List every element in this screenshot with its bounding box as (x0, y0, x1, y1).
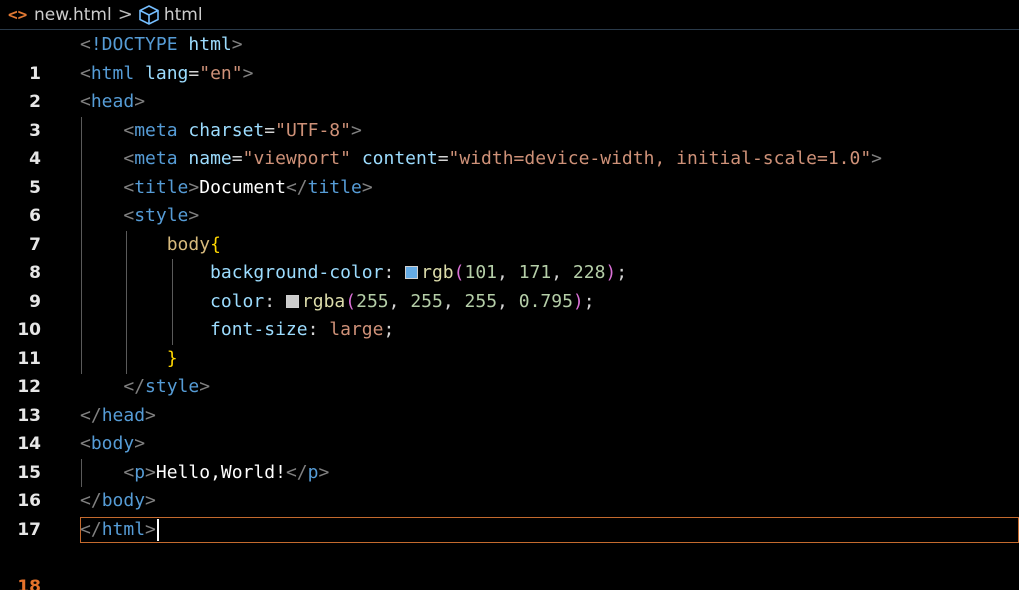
code-editor[interactable]: <> new.html > html 1 <!DOCTYPE html> 2 <… (0, 0, 1019, 590)
code-line[interactable]: 10 color: rgba(255, 255, 255, 0.795); (0, 288, 1019, 341)
line-content: </head> (80, 404, 156, 426)
line-content: </html> (80, 516, 159, 545)
code-line[interactable]: 8 body{ (0, 231, 1019, 284)
color-swatch[interactable] (405, 266, 419, 279)
line-content: <title>Document</title> (123, 176, 373, 198)
code-line[interactable]: 17 </body> (0, 487, 1019, 540)
line-content: <style> (123, 205, 200, 226)
code-line[interactable]: 3 <head> (0, 88, 1019, 141)
line-number: 18 (17, 576, 41, 590)
line-content: <meta charset="UTF-8"> (123, 119, 362, 141)
line-content: body{ (166, 233, 221, 255)
line-content: color: rgba(255, 255, 255, 0.795); (210, 290, 595, 312)
breadcrumb: <> new.html > html (0, 0, 1019, 30)
code-line-current[interactable]: 18 </html> (0, 516, 1019, 590)
color-swatch[interactable] (285, 294, 299, 308)
code-line[interactable]: 16 <p>Hello,World!</p> (0, 459, 1019, 512)
cube-icon (137, 4, 161, 26)
code-line[interactable]: 6 <title>Document</title> (0, 174, 1019, 227)
code-line[interactable]: 11 font-size: large; (0, 316, 1019, 369)
code-line[interactable]: 13 </style> (0, 373, 1019, 426)
line-content: <!DOCTYPE html> (80, 34, 243, 55)
line-content: </body> (80, 490, 156, 511)
line-content: font-size: large; (210, 319, 395, 340)
line-content: <meta name="viewport" content="width=dev… (123, 148, 883, 169)
code-area[interactable]: 1 <!DOCTYPE html> 2 <html lang="en"> 3 <… (0, 31, 1019, 590)
code-line[interactable]: 9 background-color: rgb(101, 171, 228); (0, 259, 1019, 312)
text-cursor (156, 518, 159, 541)
html-file-icon: <> (8, 5, 28, 24)
line-content: </style> (123, 376, 211, 397)
line-content: } (166, 347, 178, 369)
current-line-highlight (80, 516, 1019, 543)
code-line[interactable]: 5 <meta name="viewport" content="width=d… (0, 145, 1019, 198)
line-content: <html lang="en"> (80, 62, 254, 84)
code-line[interactable]: 4 <meta charset="UTF-8"> (0, 117, 1019, 170)
line-content: <p>Hello,World!</p> (123, 461, 330, 483)
code-line[interactable]: 1 <!DOCTYPE html> (0, 31, 1019, 84)
breadcrumb-symbol[interactable]: html (164, 5, 203, 25)
line-content: <body> (80, 433, 146, 454)
code-line[interactable]: 2 <html lang="en"> (0, 60, 1019, 113)
breadcrumb-file[interactable]: new.html (34, 5, 112, 25)
line-content: background-color: rgb(101, 171, 228); (210, 262, 628, 283)
code-line[interactable]: 7 <style> (0, 202, 1019, 255)
code-line[interactable]: 12 } (0, 345, 1019, 398)
code-line[interactable]: 14 </head> (0, 402, 1019, 455)
breadcrumb-separator: > (117, 4, 133, 25)
line-content: <head> (80, 91, 146, 112)
code-line[interactable]: 15 <body> (0, 430, 1019, 483)
